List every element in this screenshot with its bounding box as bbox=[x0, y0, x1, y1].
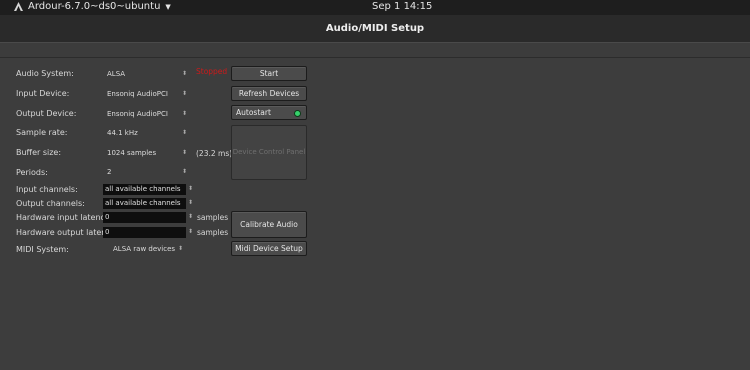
hw-output-latency-unit: samples bbox=[197, 228, 229, 237]
title-divider bbox=[0, 42, 750, 43]
updown-arrows-icon: ⬍ bbox=[187, 185, 193, 192]
updown-arrows-icon: ⬍ bbox=[181, 70, 187, 77]
periods-value: 2 bbox=[107, 168, 112, 176]
autostart-toggle[interactable]: Autostart bbox=[231, 105, 307, 120]
input-device-value: Ensoniq AudioPCI bbox=[107, 90, 168, 98]
window-title: Audio/MIDI Setup bbox=[0, 15, 750, 42]
updown-arrows-icon: ⬍ bbox=[181, 129, 187, 136]
input-device-label: Input Device: bbox=[16, 89, 70, 98]
sample-rate-select[interactable]: 44.1 kHz ⬍ bbox=[104, 127, 190, 139]
sample-rate-value: 44.1 kHz bbox=[107, 129, 138, 137]
output-device-label: Output Device: bbox=[16, 109, 77, 118]
hw-input-latency-value: 0 bbox=[105, 213, 110, 221]
updown-arrows-icon: ⬍ bbox=[187, 199, 193, 206]
calibrate-audio-button[interactable]: Calibrate Audio bbox=[231, 211, 307, 238]
updown-arrows-icon: ⬍ bbox=[187, 228, 193, 235]
clock[interactable]: Sep 1 14:15 bbox=[372, 1, 432, 12]
device-control-panel-button[interactable]: Device Control Panel bbox=[231, 125, 307, 180]
green-led-icon bbox=[294, 110, 301, 117]
audio-system-value: ALSA bbox=[107, 70, 126, 78]
app-menu[interactable]: Ardour-6.7.0~ds0~ubuntu ▼ bbox=[14, 1, 171, 12]
hw-input-latency-unit: samples bbox=[197, 213, 229, 222]
updown-arrows-icon: ⬍ bbox=[181, 149, 187, 156]
start-button[interactable]: Start bbox=[231, 66, 307, 81]
input-device-select[interactable]: Ensoniq AudioPCI ⬍ bbox=[104, 88, 190, 100]
ardour-logo-icon bbox=[14, 2, 23, 11]
periods-select[interactable]: 2 ⬍ bbox=[104, 166, 190, 178]
audio-system-select[interactable]: ALSA ⬍ bbox=[104, 68, 190, 80]
audio-system-label: Audio System: bbox=[16, 69, 74, 78]
buffer-latency-ms: (23.2 ms) bbox=[196, 149, 233, 158]
updown-arrows-icon: ⬍ bbox=[181, 90, 187, 97]
updown-arrows-icon: ⬍ bbox=[177, 245, 183, 252]
midi-system-select[interactable]: ALSA raw devices ⬍ bbox=[110, 243, 186, 255]
midi-system-label: MIDI System: bbox=[16, 245, 69, 254]
chevron-down-icon: ▼ bbox=[165, 2, 171, 11]
buffer-size-select[interactable]: 1024 samples ⬍ bbox=[104, 147, 190, 159]
output-channels-label: Output channels: bbox=[16, 199, 85, 208]
buffer-size-label: Buffer size: bbox=[16, 148, 62, 157]
periods-label: Periods: bbox=[16, 168, 48, 177]
buffer-size-value: 1024 samples bbox=[107, 149, 157, 157]
output-device-value: Ensoniq AudioPCI bbox=[107, 110, 168, 118]
midi-system-value: ALSA raw devices bbox=[113, 245, 176, 253]
updown-arrows-icon: ⬍ bbox=[181, 168, 187, 175]
refresh-devices-button[interactable]: Refresh Devices bbox=[231, 86, 307, 101]
output-device-select[interactable]: Ensoniq AudioPCI ⬍ bbox=[104, 108, 190, 120]
sample-rate-label: Sample rate: bbox=[16, 128, 68, 137]
app-name: Ardour-6.7.0~ds0~ubuntu bbox=[28, 1, 161, 12]
hw-output-latency-value: 0 bbox=[105, 228, 110, 236]
input-channels-select[interactable]: all available channels ⬍ bbox=[103, 184, 193, 195]
autostart-label: Autostart bbox=[236, 108, 271, 117]
input-channels-label: Input channels: bbox=[16, 185, 78, 194]
updown-arrows-icon: ⬍ bbox=[181, 110, 187, 117]
engine-status: Stopped bbox=[196, 67, 228, 76]
hw-input-latency-label: Hardware input latency: bbox=[16, 213, 112, 222]
system-top-bar: Ardour-6.7.0~ds0~ubuntu ▼ Sep 1 14:15 bbox=[0, 0, 750, 15]
updown-arrows-icon: ⬍ bbox=[187, 213, 193, 220]
hw-output-latency-input[interactable]: 0 ⬍ bbox=[103, 227, 193, 238]
hw-input-latency-input[interactable]: 0 ⬍ bbox=[103, 212, 193, 223]
output-channels-value: all available channels bbox=[105, 199, 181, 207]
midi-device-setup-button[interactable]: Midi Device Setup bbox=[231, 241, 307, 256]
input-channels-value: all available channels bbox=[105, 185, 181, 193]
output-channels-select[interactable]: all available channels ⬍ bbox=[103, 198, 193, 209]
